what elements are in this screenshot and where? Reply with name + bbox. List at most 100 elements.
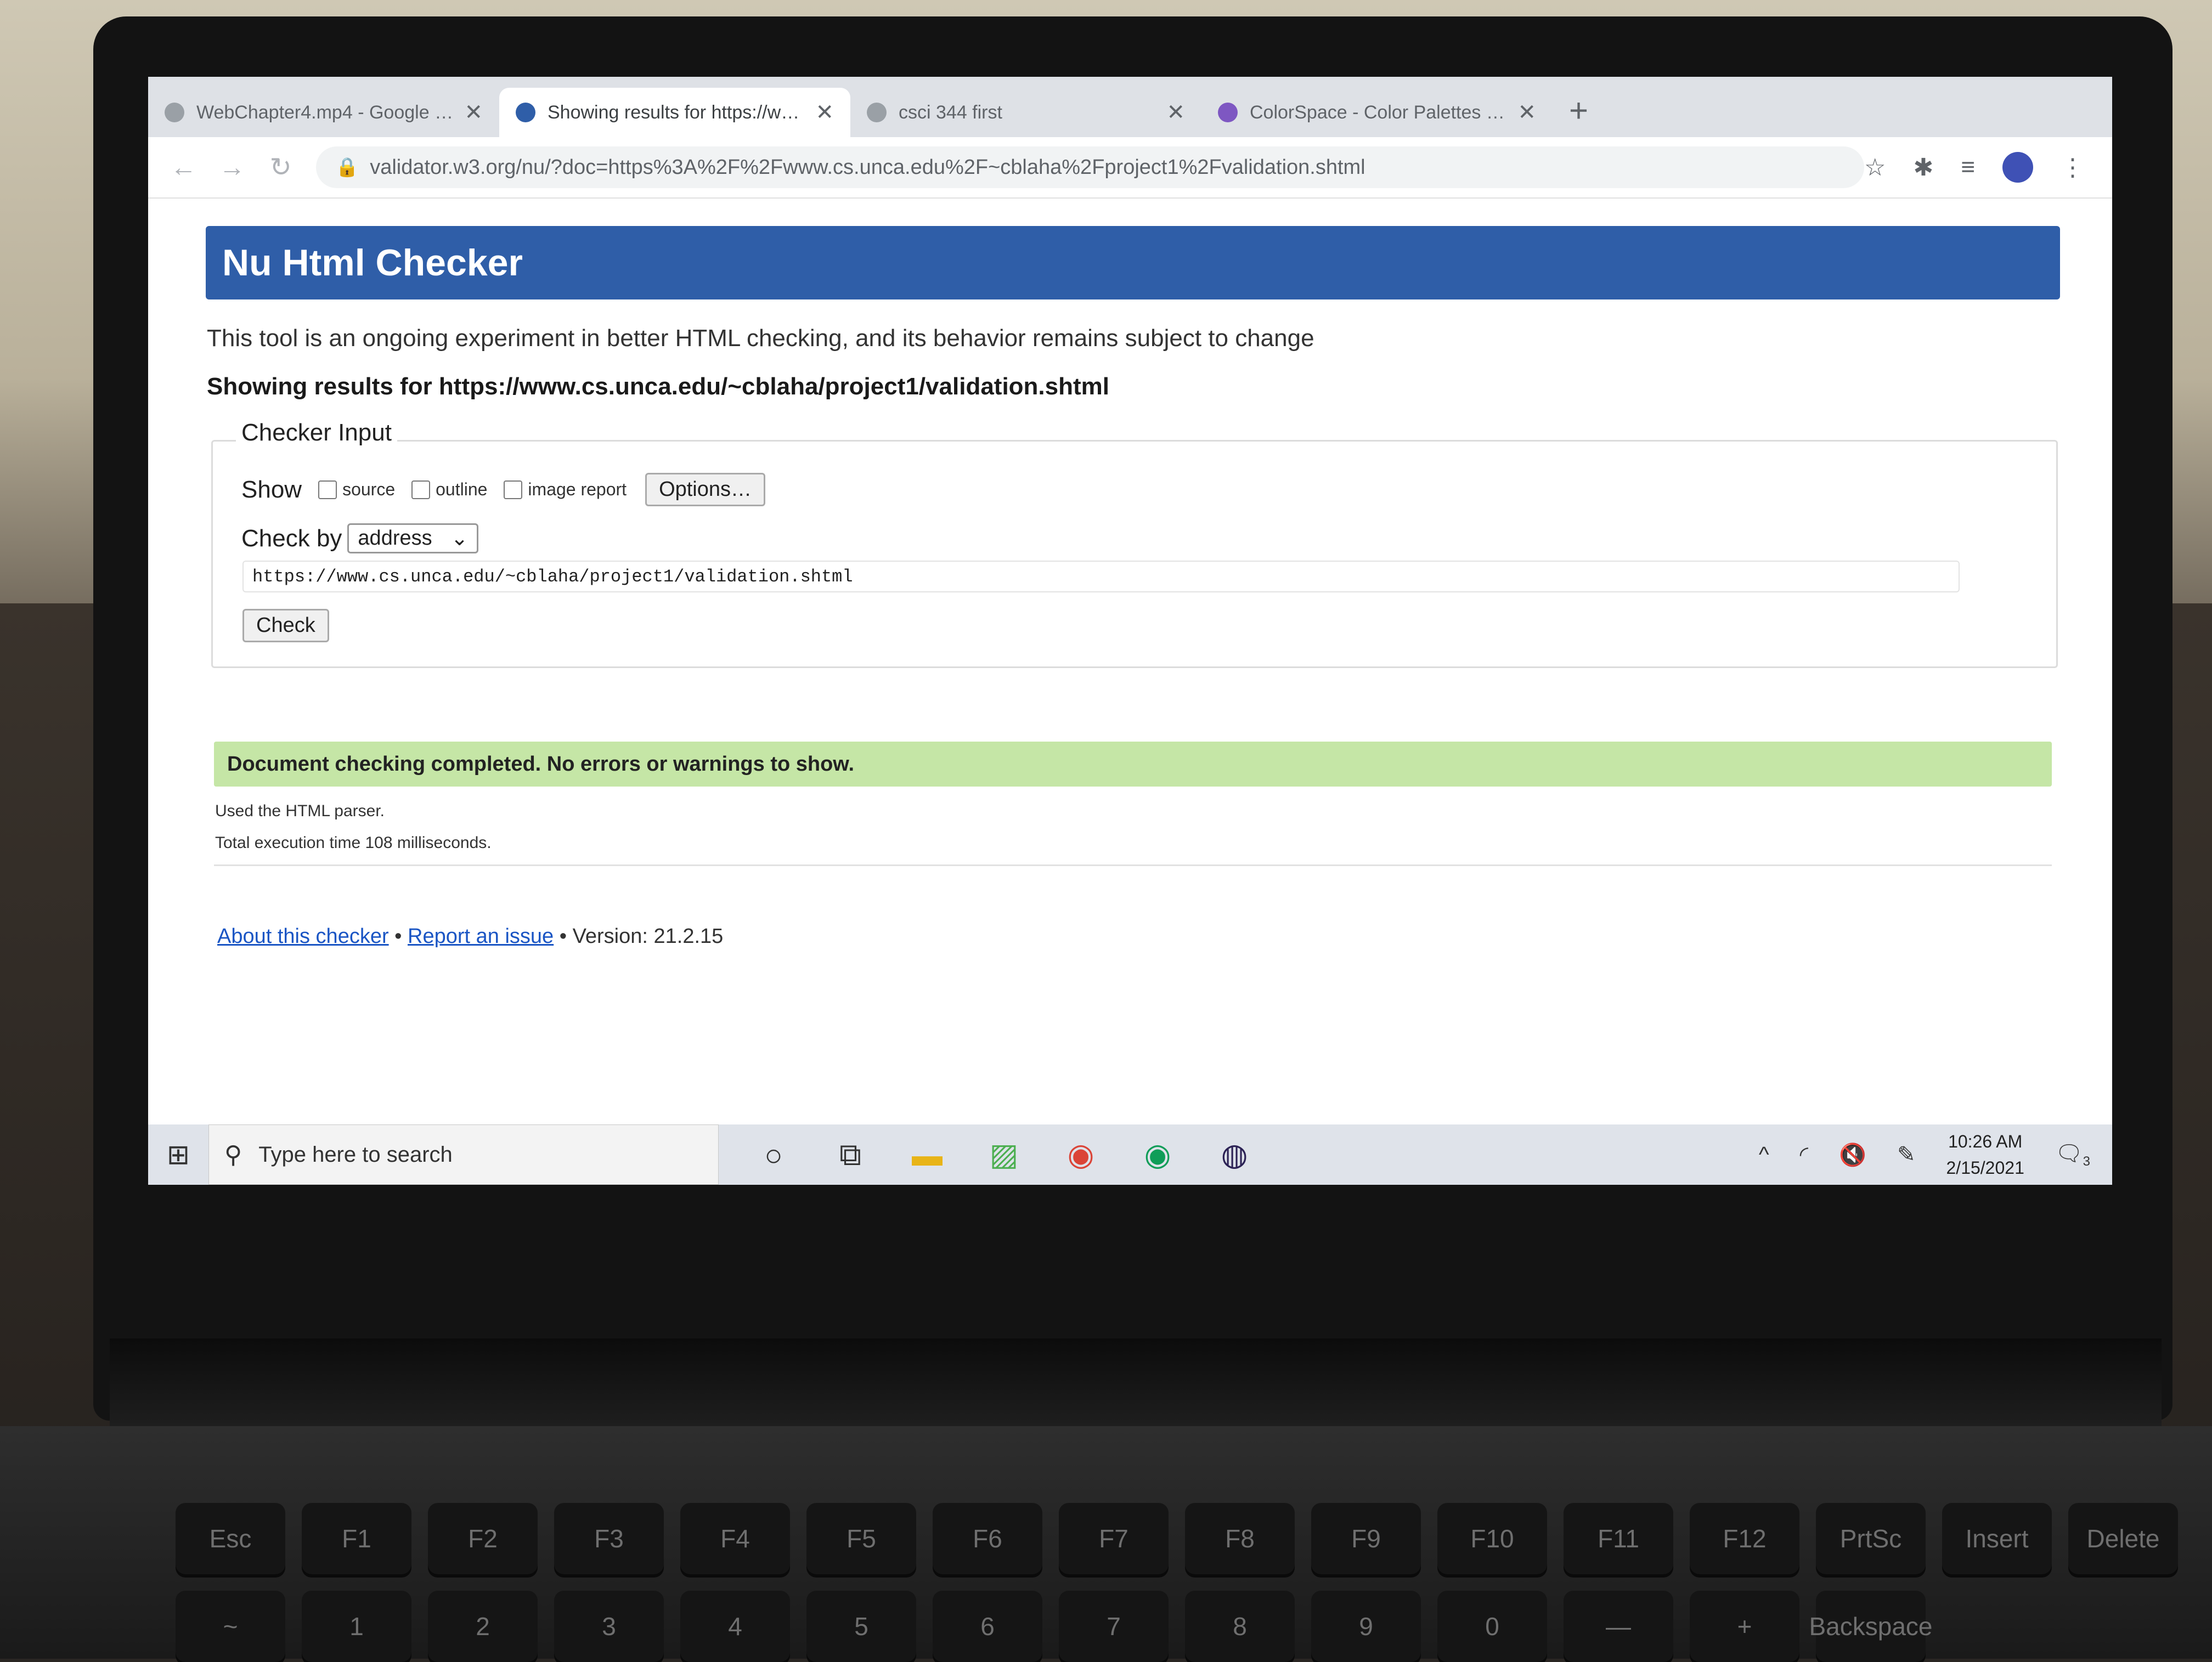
tab-title: Showing results for https://www.	[548, 101, 806, 123]
keyboard-key: F11	[1564, 1503, 1673, 1574]
tab-google-drive[interactable]: WebChapter4.mp4 - Google Drive ✕	[148, 88, 499, 137]
page-content: Nu Html Checker This tool is an ongoing …	[148, 199, 2112, 1083]
laptop-keyboard: Esc F1 F2 F3 F4 F5 F6 F7 F8 F9 F10 F11 F12 PrtSc Inser…	[0, 1426, 2212, 1662]
notifications-icon[interactable]: 🗨3	[2055, 1140, 2090, 1169]
chrome-profile-icon[interactable]: ◉	[1136, 1133, 1180, 1177]
eclipse-icon[interactable]: ◍	[1212, 1133, 1256, 1177]
address-bar[interactable]: 🔒 validator.w3.org/nu/?doc=https%3A%2F%2…	[315, 146, 1864, 188]
url-input[interactable]: https://www.cs.unca.edu/~cblaha/project1…	[242, 561, 1960, 592]
menu-icon[interactable]: ⋮	[2061, 154, 2085, 182]
source-checkbox[interactable]: source	[318, 479, 395, 500]
checkbox-label: source	[342, 479, 396, 499]
tab-validator[interactable]: Showing results for https://www. ✕	[499, 88, 850, 137]
footer-separator: •	[394, 925, 402, 948]
check-button[interactable]: Check	[242, 609, 329, 642]
media-icon[interactable]: ≡	[1961, 154, 1975, 181]
number-key-row: ~1 2 3 4 5 6 7 8 9 0— + Backspace	[176, 1591, 1933, 1662]
keyboard-key: F10	[1437, 1503, 1547, 1574]
colorspace-icon	[1218, 103, 1238, 122]
laptop-hinge	[110, 1338, 2162, 1426]
tab-title: ColorSpace - Color Palettes Gen	[1250, 101, 1508, 123]
volume-muted-icon[interactable]: 🔇	[1839, 1142, 1866, 1168]
keyboard-key: Esc	[176, 1503, 285, 1574]
divider	[214, 864, 2052, 866]
keyboard-key: F6	[933, 1503, 1042, 1574]
checkbox-label: image report	[528, 479, 627, 499]
star-icon[interactable]: ☆	[1864, 154, 1886, 182]
tab-colorspace[interactable]: ColorSpace - Color Palettes Gen ✕	[1201, 88, 1553, 137]
showing-results-heading: Showing results for https://www.cs.unca.…	[207, 373, 1109, 400]
image-report-checkbox[interactable]: image report	[504, 479, 627, 500]
clock-time: 10:26 AM	[1948, 1132, 2023, 1151]
close-icon[interactable]: ✕	[464, 100, 483, 125]
keyboard-key: F1	[302, 1503, 411, 1574]
report-issue-link[interactable]: Report an issue	[408, 925, 554, 948]
check-by-row: Check by address ⌄	[241, 523, 479, 553]
outline-checkbox[interactable]: outline	[411, 479, 487, 500]
checkbox-box[interactable]	[318, 480, 337, 499]
keyboard-key: ~	[176, 1591, 285, 1662]
image-editor-icon[interactable]: ▨	[982, 1133, 1026, 1177]
footer: About this checker • Report an issue • V…	[217, 925, 723, 948]
keyboard-key: 3	[554, 1591, 664, 1662]
keyboard-key: F9	[1311, 1503, 1421, 1574]
reload-icon[interactable]: ↻	[267, 152, 294, 183]
pen-icon[interactable]: ✎	[1897, 1142, 1916, 1167]
forward-icon[interactable]: →	[219, 152, 246, 183]
search-placeholder: Type here to search	[258, 1142, 453, 1167]
notification-count: 3	[2083, 1154, 2090, 1169]
keyboard-key: 6	[933, 1591, 1042, 1662]
close-icon[interactable]: ✕	[815, 100, 834, 125]
keyboard-key: F2	[428, 1503, 538, 1574]
task-view-icon[interactable]: ⧉	[828, 1133, 872, 1177]
check-by-label: Check by	[241, 524, 342, 552]
tab-csci-344[interactable]: csci 344 first ✕	[850, 88, 1201, 137]
keyboard-key: 9	[1311, 1591, 1421, 1662]
clock[interactable]: 10:26 AM 2/15/2021	[1946, 1128, 2024, 1181]
keyboard-key: 4	[680, 1591, 790, 1662]
taskbar-search[interactable]: ⚲ Type here to search	[208, 1124, 719, 1185]
tab-title: csci 344 first	[899, 101, 1002, 123]
keyboard-key: 1	[302, 1591, 411, 1662]
check-by-value: address	[358, 527, 432, 550]
lock-icon: 🔒	[335, 157, 359, 178]
keyboard-key: F4	[680, 1503, 790, 1574]
intro-text: This tool is an ongoing experiment in be…	[207, 325, 1314, 352]
extensions-icon[interactable]: ✱	[1913, 154, 1933, 182]
taskbar-apps: ○ ⧉ ▬ ▨ ◉ ◉ ◍	[752, 1133, 1256, 1177]
keyboard-key: 0	[1437, 1591, 1547, 1662]
file-explorer-icon[interactable]: ▬	[905, 1133, 949, 1177]
system-tray: ^ ◜ 🔇 ✎ 10:26 AM 2/15/2021 🗨3	[1759, 1128, 2090, 1181]
keyboard-key: Insert	[1942, 1503, 2052, 1574]
close-icon[interactable]: ✕	[1166, 100, 1185, 125]
keyboard-key: Backspace	[1809, 1591, 1933, 1662]
windows-start-icon[interactable]: ⊞	[148, 1124, 208, 1185]
checkbox-label: outline	[436, 479, 488, 499]
address-text: validator.w3.org/nu/?doc=https%3A%2F%2Fw…	[370, 155, 1365, 179]
chrome-icon[interactable]: ◉	[1059, 1133, 1103, 1177]
taskbar: ⊞ ⚲ Type here to search ○ ⧉ ▬ ▨ ◉ ◉ ◍ ^ …	[148, 1124, 2112, 1185]
chevron-up-icon[interactable]: ^	[1759, 1143, 1769, 1167]
about-link[interactable]: About this checker	[217, 925, 389, 948]
google-drive-icon	[165, 103, 184, 122]
checkbox-box[interactable]	[504, 480, 523, 499]
chevron-down-icon: ⌄	[450, 527, 469, 550]
parser-info: Used the HTML parser.	[215, 802, 385, 820]
back-icon[interactable]: ←	[170, 152, 197, 183]
tab-title: WebChapter4.mp4 - Google Drive	[196, 101, 455, 123]
clock-date: 2/15/2021	[1946, 1158, 2024, 1178]
close-icon[interactable]: ✕	[1517, 100, 1536, 125]
new-tab-button[interactable]: +	[1569, 92, 1588, 129]
keyboard-key: 8	[1185, 1591, 1295, 1662]
keyboard-key: 2	[428, 1591, 538, 1662]
globe-icon	[867, 103, 887, 122]
check-by-select[interactable]: address ⌄	[347, 523, 479, 553]
show-row: Show source outline image report Options…	[241, 473, 766, 506]
profile-avatar[interactable]	[2002, 152, 2033, 183]
cortana-icon[interactable]: ○	[752, 1133, 795, 1177]
laptop-screen: WebChapter4.mp4 - Google Drive ✕ Showing…	[148, 77, 2112, 1185]
wifi-icon[interactable]: ◜	[1800, 1142, 1809, 1167]
checkbox-box[interactable]	[411, 480, 431, 499]
keyboard-key: F3	[554, 1503, 664, 1574]
options-button[interactable]: Options…	[645, 473, 766, 506]
